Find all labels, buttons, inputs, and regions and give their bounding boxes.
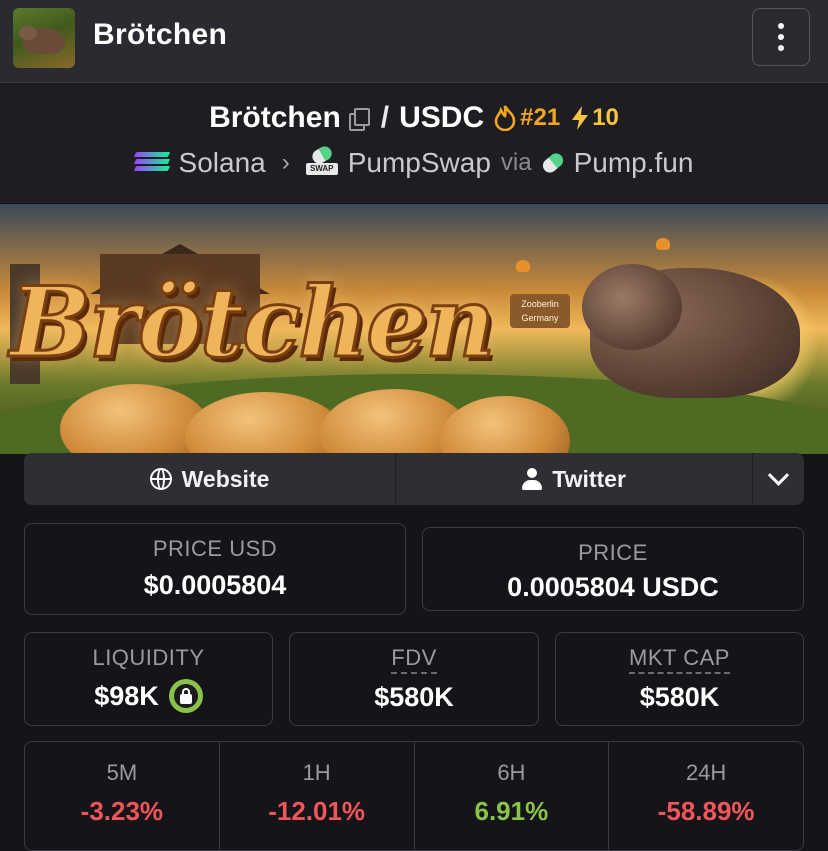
change-value: 6.91%	[474, 796, 549, 826]
trending-rank[interactable]: #21	[494, 104, 560, 132]
top-bar: Brötchen	[0, 0, 828, 83]
pair-header: Brötchen / USDC #21 10 Solana › SWAP Pum…	[0, 83, 828, 203]
globe-icon	[149, 468, 172, 490]
boost-count[interactable]: 10	[570, 104, 619, 132]
copy-icon[interactable]	[348, 108, 370, 131]
boost-value: 10	[592, 104, 619, 131]
change-label: 1H	[302, 760, 331, 785]
change-5m[interactable]: 5M -3.23%	[25, 742, 220, 850]
website-button[interactable]: Website	[24, 453, 397, 505]
website-label: Website	[181, 465, 270, 492]
price-label: PRICE	[578, 540, 648, 565]
price-usd-value: $0.0005804	[143, 570, 287, 600]
token-avatar[interactable]	[13, 8, 75, 68]
change-label: 24H	[685, 760, 727, 785]
change-value: -3.23%	[80, 796, 164, 826]
fdv-label-wrap: FDV	[290, 645, 538, 674]
dex-name[interactable]: PumpSwap	[348, 147, 491, 179]
liquidity-value-row: $98K	[25, 679, 272, 713]
chevron-right-icon: ›	[281, 149, 290, 176]
launchpad-name[interactable]: Pump.fun	[574, 147, 694, 179]
chain-name[interactable]: Solana	[179, 147, 266, 179]
person-icon	[522, 468, 543, 490]
chevron-down-icon	[767, 464, 790, 486]
token-banner: Zooberlin Germany Brötchen	[0, 204, 828, 454]
quote-token: USDC	[399, 101, 485, 134]
kebab-menu-icon	[778, 23, 784, 29]
price-change-row: 5M -3.23% 1H -12.01% 6H 6.91% 24H -58.89…	[24, 741, 804, 851]
lock-icon[interactable]	[168, 679, 203, 713]
banner-logo-text: Brötchen	[9, 265, 497, 381]
hippo-avatar-head	[19, 26, 37, 40]
pair-line: Brötchen / USDC #21 10	[0, 101, 828, 135]
price-value: 0.0005804 USDC	[507, 572, 719, 602]
change-label: 5M	[106, 760, 138, 785]
rank-value: #21	[520, 104, 561, 131]
more-links-button[interactable]	[753, 453, 804, 505]
change-1h[interactable]: 1H -12.01%	[220, 742, 415, 850]
mktcap-value: $580K	[639, 682, 720, 712]
price-card: PRICE 0.0005804 USDC	[422, 527, 804, 611]
change-6h[interactable]: 6H 6.91%	[415, 742, 610, 850]
hippo-head	[582, 264, 682, 350]
solana-icon	[133, 150, 170, 176]
twitter-label: Twitter	[552, 465, 626, 492]
kebab-dot	[778, 34, 784, 40]
fdv-label[interactable]: FDV	[391, 645, 437, 674]
mktcap-label-wrap: MKT CAP	[556, 645, 803, 674]
pair-separator: /	[380, 101, 390, 134]
mktcap-card: MKT CAP $580K	[555, 632, 804, 726]
liquidity-value: $98K	[94, 680, 159, 711]
menu-button[interactable]	[752, 8, 810, 66]
pumpswap-icon: SWAP	[305, 143, 338, 178]
fdv-value: $580K	[374, 682, 454, 712]
via-label: via	[500, 149, 532, 176]
pumpfun-icon	[539, 150, 566, 176]
lightning-icon	[572, 106, 589, 130]
fdv-card: FDV $580K	[289, 632, 539, 726]
kebab-dot	[778, 45, 784, 51]
change-value: -12.01%	[268, 796, 366, 826]
change-24h[interactable]: 24H -58.89%	[609, 742, 803, 850]
base-token: Brötchen	[209, 101, 341, 134]
butterfly-icon	[656, 238, 670, 250]
change-value: -58.89%	[657, 796, 755, 826]
social-links: Website Twitter	[24, 453, 804, 505]
twitter-button[interactable]: Twitter	[396, 453, 754, 505]
change-label: 6H	[497, 760, 526, 785]
liquidity-card: LIQUIDITY $98K	[24, 632, 273, 726]
mktcap-label[interactable]: MKT CAP	[629, 645, 730, 674]
chain-line: Solana › SWAP PumpSwap via Pump.fun	[0, 143, 828, 179]
flame-icon	[494, 105, 516, 131]
price-usd-card: PRICE USD $0.0005804	[24, 523, 406, 615]
token-title: Brötchen	[93, 18, 228, 51]
price-usd-label: PRICE USD	[152, 536, 278, 561]
liquidity-label: LIQUIDITY	[92, 645, 205, 670]
